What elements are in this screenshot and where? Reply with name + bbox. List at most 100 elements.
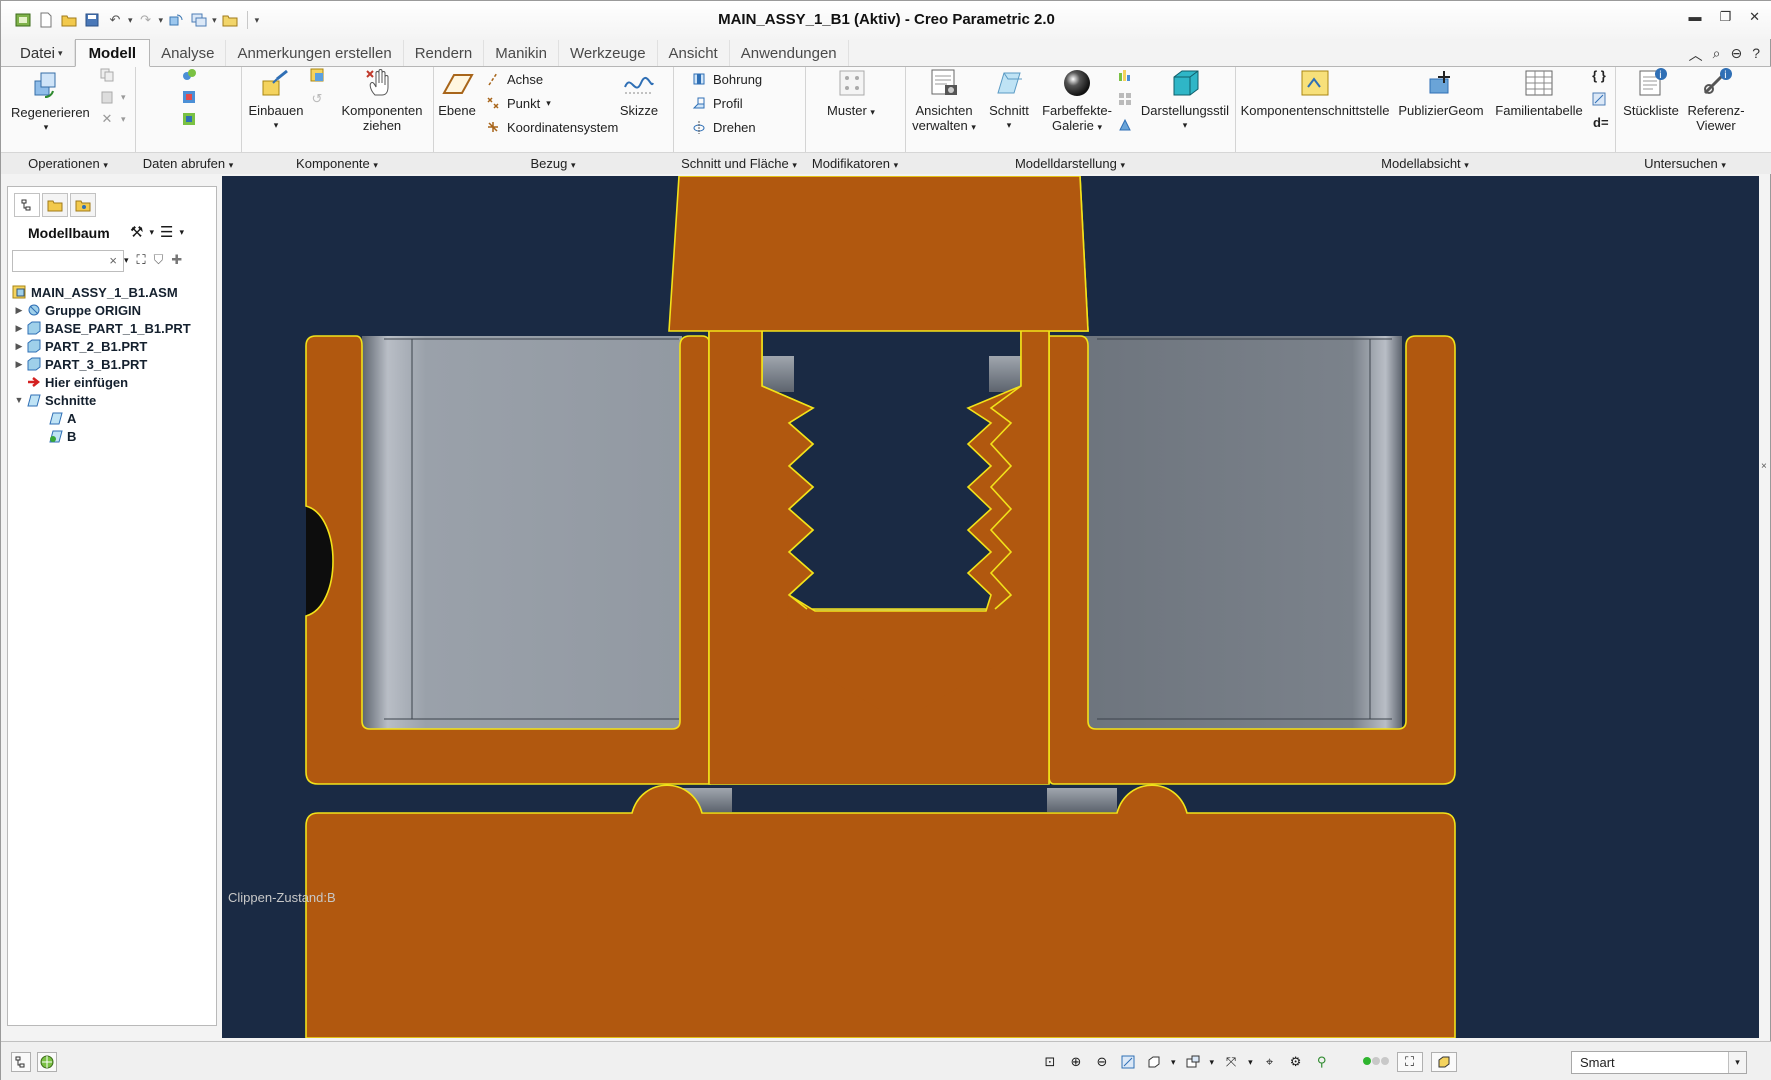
windows-dropdown-icon[interactable]: ▾: [212, 15, 217, 26]
folder-browser-tab-icon[interactable]: [42, 193, 68, 217]
group-modellabsicht[interactable]: Modellabsicht ▾: [1235, 156, 1615, 171]
tree-item-section-b[interactable]: B: [12, 427, 191, 445]
regenerate-small-icon[interactable]: [166, 10, 186, 30]
parameters-icon[interactable]: { }: [1591, 67, 1607, 83]
annotation-display-icon[interactable]: ⚙: [1287, 1053, 1305, 1071]
find-binoculars-icon[interactable]: ⛶: [137, 252, 146, 268]
view-manager-small-icon[interactable]: [1184, 1053, 1202, 1071]
favorites-tab-icon[interactable]: [70, 193, 96, 217]
chevron-down-icon[interactable]: ▾: [179, 227, 184, 238]
chevron-down-icon[interactable]: ▾: [1210, 1057, 1215, 1068]
chevron-down-icon[interactable]: ▾: [149, 227, 154, 238]
tree-item-main-assy[interactable]: MAIN_ASSY_1_B1.ASM: [12, 283, 191, 301]
model-tree-tab-icon[interactable]: [14, 193, 40, 217]
copy-icon[interactable]: [99, 67, 115, 83]
community-icon[interactable]: ⊖: [1730, 45, 1742, 65]
add-icon[interactable]: ✚: [171, 252, 182, 268]
save-icon[interactable]: [82, 10, 102, 30]
drag-components-button[interactable]: Komponenten ziehen: [339, 67, 425, 133]
graphics-viewport[interactable]: Clippen-Zustand:B: [222, 176, 1759, 1038]
selection-filter-icon[interactable]: [1430, 1052, 1457, 1072]
repaint-icon[interactable]: [1119, 1053, 1137, 1071]
tree-item-gruppe-origin[interactable]: ▶ Gruppe ORIGIN: [12, 301, 191, 319]
referenz-viewer-button[interactable]: i Referenz- Viewer: [1683, 67, 1749, 133]
tree-item-insert-here[interactable]: Hier einfügen: [12, 373, 191, 391]
shrinkwrap-icon[interactable]: [181, 89, 197, 105]
farbeffekte-button[interactable]: Farbeffekte- Galerie ▾: [1037, 67, 1117, 135]
display-option-icon-1[interactable]: [1117, 67, 1133, 83]
chevron-down-icon[interactable]: ▾: [1248, 1057, 1253, 1068]
create-component-icon[interactable]: [309, 67, 325, 83]
delete-icon[interactable]: ✕ ▾: [99, 111, 126, 127]
display-option-icon-3[interactable]: [1117, 117, 1133, 133]
spin-center-icon[interactable]: ⌖: [1261, 1053, 1279, 1071]
copy-geometry-icon[interactable]: [181, 67, 197, 83]
group-modifikatoren[interactable]: Modifikatoren ▾: [805, 156, 905, 171]
regenerate-button[interactable]: Regenerieren ▾: [11, 69, 90, 135]
repeat-icon[interactable]: ↺: [309, 91, 325, 107]
browser-toggle-icon[interactable]: [37, 1052, 57, 1072]
zoom-in-icon[interactable]: ⊕: [1067, 1053, 1085, 1071]
datum-display-icon[interactable]: ⤧: [1222, 1053, 1240, 1071]
search-icon[interactable]: ⌕: [1713, 45, 1721, 65]
chevron-down-icon[interactable]: ▾: [1171, 1057, 1176, 1068]
maximize-icon[interactable]: ❐: [1719, 9, 1731, 25]
app-icon[interactable]: [13, 10, 33, 30]
tab-rendern[interactable]: Rendern: [404, 40, 485, 66]
drehen-button[interactable]: Drehen: [691, 119, 756, 135]
customize-toolbar-icon[interactable]: ▾: [255, 15, 260, 26]
refit-icon[interactable]: ⊡: [1041, 1053, 1059, 1071]
open-folder-icon[interactable]: [59, 10, 79, 30]
group-komponente[interactable]: Komponente ▾: [241, 156, 433, 171]
group-operationen[interactable]: Operationen ▾: [1, 156, 135, 171]
saved-orientations-icon[interactable]: [1145, 1053, 1163, 1071]
tree-item-schnitte[interactable]: ▼ Schnitte: [12, 391, 191, 409]
muster-button[interactable]: Muster ▾: [819, 67, 883, 120]
tab-datei[interactable]: Datei ▾: [9, 40, 75, 66]
schnitt-button[interactable]: Schnitt ▾: [983, 67, 1035, 133]
minimize-icon[interactable]: ▬: [1688, 9, 1701, 25]
undo-dropdown-icon[interactable]: ▾: [128, 15, 133, 26]
undo-icon[interactable]: ↶: [105, 10, 125, 30]
find-icon[interactable]: ⛶: [1396, 1052, 1423, 1072]
profil-button[interactable]: Profil: [691, 95, 743, 111]
tab-anwendungen[interactable]: Anwendungen: [730, 40, 849, 66]
clear-search-icon[interactable]: ×: [109, 253, 117, 268]
bohrung-button[interactable]: Bohrung: [691, 71, 762, 87]
navigator-toggle-icon[interactable]: [11, 1052, 31, 1072]
group-modelldarstellung[interactable]: Modelldarstellung ▾: [905, 156, 1235, 171]
group-daten-abrufen[interactable]: Daten abrufen ▾: [135, 156, 241, 171]
tree-item-part-3[interactable]: ▶ PART_3_B1.PRT: [12, 355, 191, 373]
skizze-button[interactable]: Skizze: [615, 67, 663, 118]
selection-filter-dropdown[interactable]: Smart ▾: [1571, 1051, 1747, 1074]
paste-icon[interactable]: ▾: [99, 89, 126, 105]
switch-dimensions-icon[interactable]: d=: [1593, 115, 1609, 130]
new-file-icon[interactable]: [36, 10, 56, 30]
settings-icon[interactable]: ⚒: [130, 223, 143, 241]
filter-icon[interactable]: ⛉: [154, 252, 164, 268]
redo-dropdown-icon[interactable]: ▾: [159, 15, 164, 26]
display-option-icon-2[interactable]: [1117, 91, 1133, 107]
tab-anmerkungen[interactable]: Anmerkungen erstellen: [226, 40, 404, 66]
search-input[interactable]: ×: [12, 250, 124, 272]
merge-icon[interactable]: [181, 111, 197, 127]
tree-item-part-2[interactable]: ▶ PART_2_B1.PRT: [12, 337, 191, 355]
help-icon[interactable]: ?: [1752, 45, 1760, 65]
einbauen-button[interactable]: Einbauen ▾: [245, 67, 307, 133]
network-icon[interactable]: ⚲: [1313, 1053, 1331, 1071]
achse-button[interactable]: Achse: [485, 71, 543, 87]
collapse-ribbon-icon[interactable]: ︿: [1689, 45, 1703, 65]
ebene-button[interactable]: Ebene: [435, 67, 479, 118]
relations-icon[interactable]: [1591, 91, 1607, 107]
tab-ansicht[interactable]: Ansicht: [658, 40, 730, 66]
group-untersuchen[interactable]: Untersuchen ▾: [1615, 156, 1755, 171]
group-schnitt-flaeche[interactable]: Schnitt und Fläche ▾: [673, 156, 805, 171]
redo-icon[interactable]: ↷: [136, 10, 156, 30]
tree-item-base-part[interactable]: ▶ BASE_PART_1_B1.PRT: [12, 319, 191, 337]
stueckliste-button[interactable]: i Stückliste: [1619, 67, 1683, 118]
expand-arrow-icon[interactable]: ▶: [12, 305, 26, 316]
familientabelle-button[interactable]: Familientabelle: [1491, 67, 1587, 118]
publiziergeom-button[interactable]: PublizierGeom: [1395, 67, 1487, 118]
tab-modell[interactable]: Modell: [74, 39, 151, 67]
collapse-arrow-icon[interactable]: ▼: [12, 395, 26, 405]
